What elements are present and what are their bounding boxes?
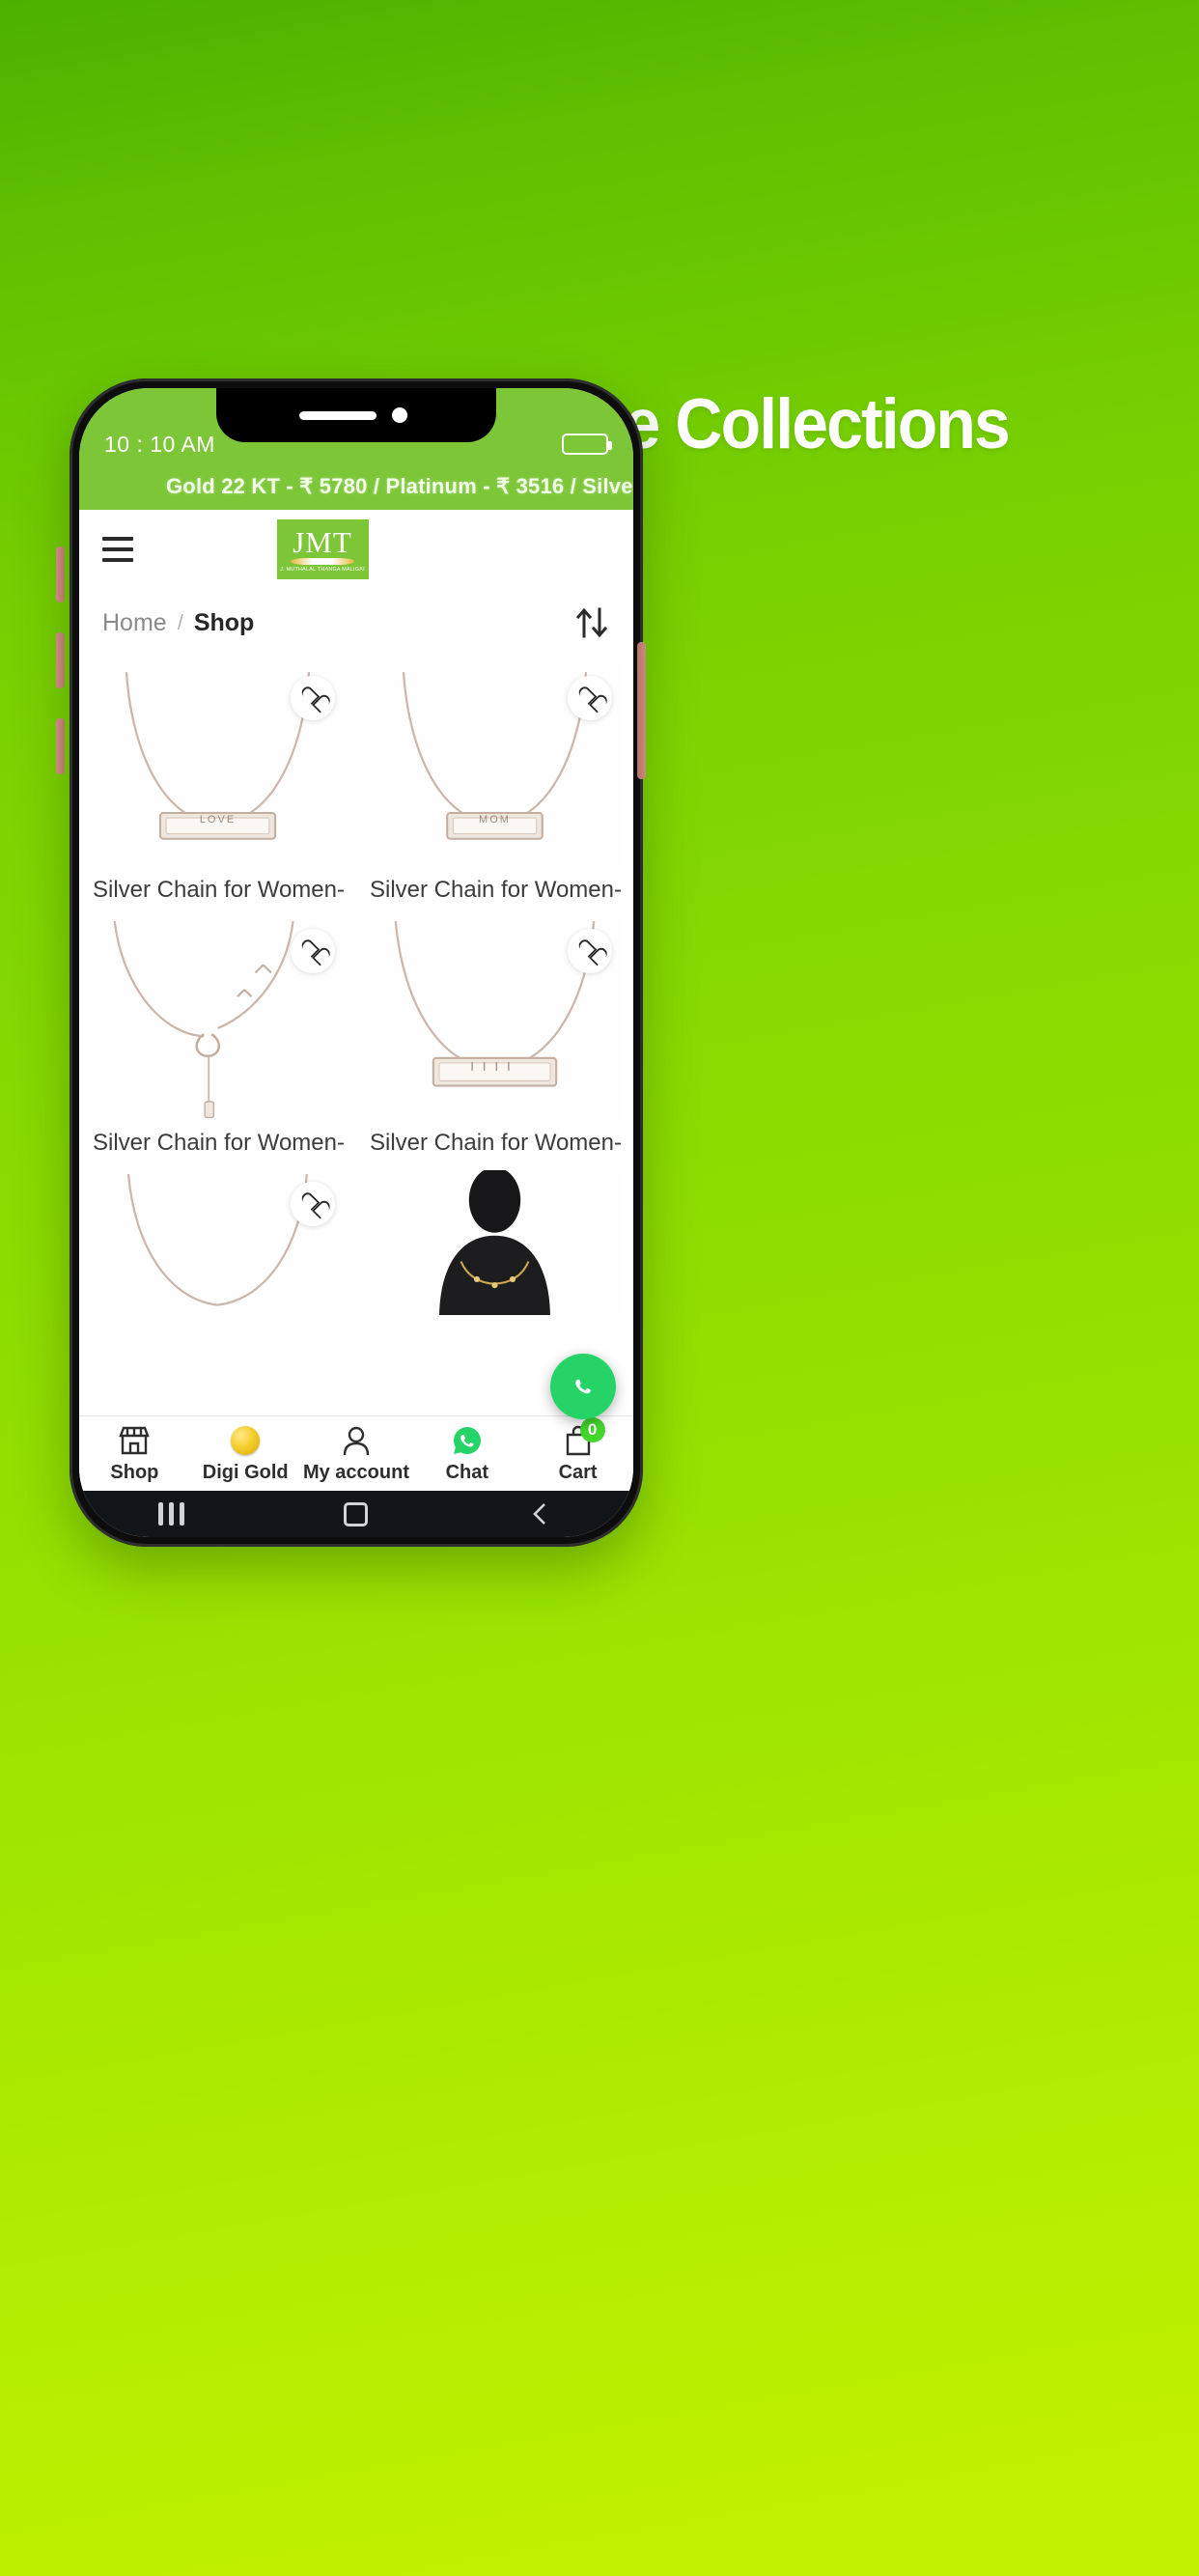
front-camera xyxy=(392,407,407,423)
favorite-button[interactable] xyxy=(291,929,335,973)
product-card[interactable]: Silver Chain for Women- xyxy=(79,911,356,1164)
pendant-text: IIII xyxy=(470,1059,519,1074)
product-grid: LOVE Silver Chain for Women- MOM Silver … xyxy=(79,658,633,1323)
volume-up-button[interactable] xyxy=(56,546,65,602)
volume-down-button[interactable] xyxy=(56,632,65,688)
pendant-text: MOM xyxy=(479,814,511,826)
cart-badge: 0 xyxy=(579,1416,605,1442)
nav-label: Cart xyxy=(558,1461,598,1483)
app-header: JMT J. MUTHALAL THANGA MALIGAI xyxy=(79,510,633,589)
breadcrumb-row: Home / Shop xyxy=(79,589,633,658)
product-card[interactable]: MOM Silver Chain for Women- xyxy=(356,658,633,911)
nav-item-shop[interactable]: Shop xyxy=(79,1424,190,1484)
favorite-button[interactable] xyxy=(291,676,335,720)
product-title: Silver Chain for Women- xyxy=(370,1130,622,1156)
breadcrumb-separator: / xyxy=(177,610,183,634)
product-title: Silver Chain for Women- xyxy=(93,877,345,903)
ticker-text: Gold 22 KT - ₹ 5780 / Platinum - ₹ 3516 … xyxy=(166,474,633,498)
nav-item-cart[interactable]: 0 Cart xyxy=(522,1416,633,1484)
necklace-bust-illustration xyxy=(439,1170,550,1315)
phone-screen-bezel: 10 : 10 AM Gold 22 KT - ₹ 5780 / Platinu… xyxy=(79,388,633,1537)
status-bar-clock: 10 : 10 AM xyxy=(104,432,215,457)
heart-icon xyxy=(578,940,601,962)
battery-icon xyxy=(562,434,612,455)
nav-item-digi-gold[interactable]: Digi Gold xyxy=(190,1424,301,1484)
nav-label: Digi Gold xyxy=(202,1461,289,1483)
whatsapp-icon xyxy=(452,1424,483,1457)
hamburger-icon[interactable] xyxy=(102,537,133,562)
recents-icon[interactable] xyxy=(79,1502,264,1526)
nav-label: My account xyxy=(302,1461,409,1483)
product-thumbnail[interactable] xyxy=(366,1170,624,1315)
favorite-button[interactable] xyxy=(568,676,612,720)
home-square-icon[interactable] xyxy=(264,1501,448,1526)
heart-icon xyxy=(301,940,324,962)
product-thumbnail[interactable]: MOM xyxy=(366,664,624,869)
product-card[interactable]: LOVE Silver Chain for Women- xyxy=(79,658,356,911)
metal-price-ticker: Gold 22 KT - ₹ 5780 / Platinum - ₹ 3516 … xyxy=(79,463,633,510)
speaker-grille xyxy=(299,411,376,420)
logo-swoosh-icon xyxy=(291,557,354,565)
breadcrumb: Home / Shop xyxy=(102,609,254,637)
brand-logo[interactable]: JMT J. MUTHALAL THANGA MALIGAI xyxy=(276,519,369,579)
sort-arrows-icon[interactable] xyxy=(573,606,610,639)
user-icon xyxy=(341,1424,372,1457)
mute-button[interactable] xyxy=(56,718,65,774)
favorite-button[interactable] xyxy=(291,1182,335,1226)
favorite-button[interactable] xyxy=(568,929,612,973)
breadcrumb-current: Shop xyxy=(193,608,255,636)
nav-item-my-account[interactable]: My account xyxy=(301,1424,412,1484)
gold-coin-icon xyxy=(231,1424,261,1457)
power-button[interactable] xyxy=(637,642,646,779)
breadcrumb-home[interactable]: Home xyxy=(102,609,167,637)
android-navigation-bar xyxy=(79,1491,633,1537)
nav-label: Chat xyxy=(445,1461,489,1483)
nav-label: Shop xyxy=(110,1461,159,1483)
phone-notch xyxy=(216,388,496,442)
pendant-text: LOVE xyxy=(199,814,237,826)
logo-subtitle: J. MUTHALAL THANGA MALIGAI xyxy=(280,566,365,573)
whatsapp-icon xyxy=(575,1379,591,1394)
whatsapp-fab[interactable] xyxy=(550,1354,616,1419)
product-thumbnail[interactable] xyxy=(89,917,347,1122)
bottom-navigation: Shop Digi Gold My account Chat 0 Cart xyxy=(79,1415,633,1491)
product-thumbnail[interactable] xyxy=(89,1170,347,1315)
app-screen: 10 : 10 AM Gold 22 KT - ₹ 5780 / Platinu… xyxy=(79,388,633,1537)
heart-icon xyxy=(301,1193,324,1215)
phone-mockup: 10 : 10 AM Gold 22 KT - ₹ 5780 / Platinu… xyxy=(70,378,643,1547)
product-thumbnail[interactable]: LOVE xyxy=(89,664,347,869)
product-card[interactable] xyxy=(79,1164,356,1323)
shopping-bag-icon: 0 xyxy=(564,1416,605,1457)
nav-item-chat[interactable]: Chat xyxy=(411,1424,522,1484)
logo-mark-text: JMT xyxy=(293,524,352,559)
heart-icon xyxy=(301,687,324,709)
product-title: Silver Chain for Women- xyxy=(370,877,622,903)
heart-icon xyxy=(578,687,601,709)
store-icon xyxy=(118,1424,151,1457)
product-title: Silver Chain for Women- xyxy=(93,1130,345,1156)
product-card[interactable] xyxy=(356,1164,633,1323)
back-chevron-icon[interactable] xyxy=(449,1501,633,1526)
product-card[interactable]: IIII Silver Chain for Women- xyxy=(356,911,633,1164)
product-thumbnail[interactable]: IIII xyxy=(366,917,624,1122)
